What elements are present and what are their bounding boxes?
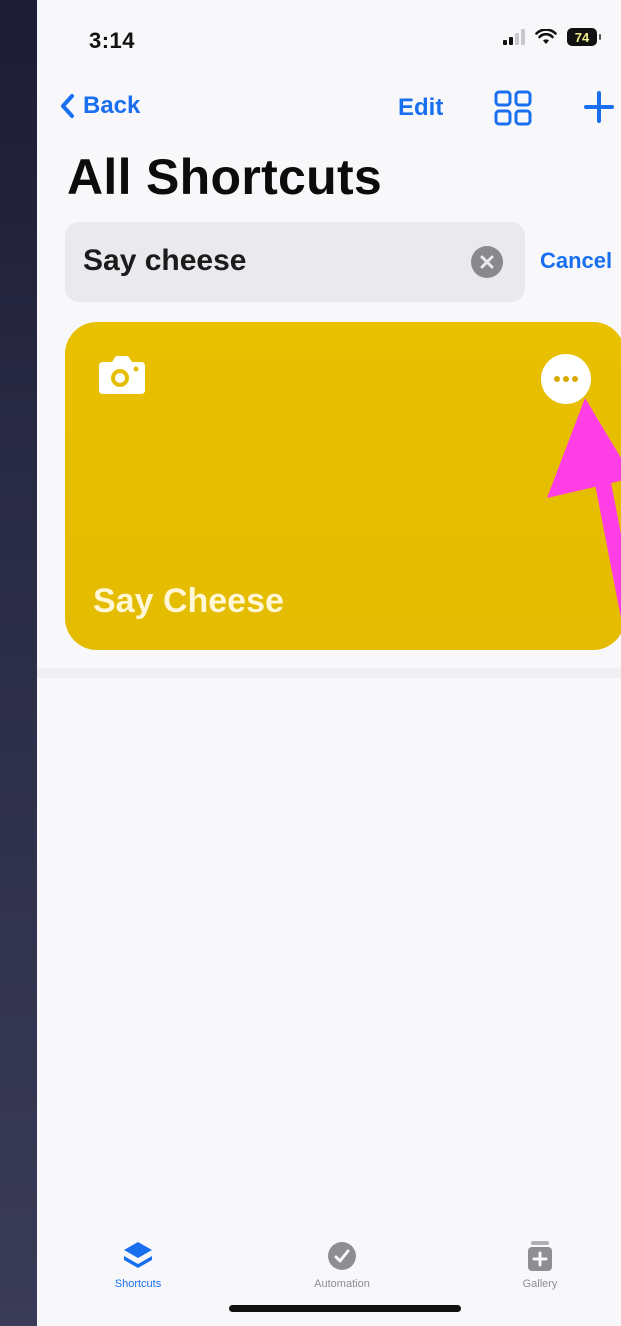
- plus-icon: [584, 91, 614, 123]
- shortcuts-stack-icon: [124, 1242, 152, 1268]
- status-time: 3:14: [89, 28, 136, 53]
- section-divider: [37, 668, 621, 678]
- back-label: Back: [83, 92, 141, 119]
- battery-icon: 74: [567, 28, 601, 46]
- automation-clock-icon: [328, 1242, 356, 1270]
- tab-gallery-label: Gallery: [522, 1278, 558, 1290]
- close-icon: [480, 255, 494, 269]
- tab-shortcuts-label: Shortcuts: [114, 1278, 162, 1290]
- tab-bar: Shortcuts Automation Gallery: [37, 1238, 621, 1298]
- grid-view-button[interactable]: [494, 90, 532, 131]
- chevron-left-icon: [61, 94, 74, 118]
- cancel-search-button[interactable]: Cancel: [540, 248, 612, 274]
- navigation-bar: Back Edit: [37, 84, 621, 134]
- gallery-icon: [528, 1241, 552, 1271]
- more-options-button[interactable]: [541, 354, 591, 404]
- search-input-value: Say cheese: [83, 244, 247, 277]
- home-indicator: [229, 1305, 461, 1312]
- status-icons: 74: [503, 28, 601, 46]
- cellular-signal-icon: [503, 29, 525, 45]
- tab-automation[interactable]: Automation: [267, 1238, 417, 1290]
- battery-level: 74: [574, 29, 590, 45]
- grid-icon: [494, 90, 532, 126]
- wifi-icon: [535, 29, 557, 44]
- status-bar: 3:14 74: [37, 0, 621, 80]
- clear-search-button[interactable]: [471, 246, 503, 278]
- shortcut-name: Say Cheese: [93, 582, 284, 620]
- edit-button[interactable]: Edit: [398, 94, 443, 122]
- tab-shortcuts[interactable]: Shortcuts: [63, 1238, 213, 1290]
- page-title: All Shortcuts: [67, 149, 383, 205]
- search-input[interactable]: Say cheese: [65, 222, 525, 302]
- shortcut-tile[interactable]: Say Cheese: [65, 322, 621, 650]
- ellipsis-icon: [554, 376, 578, 382]
- add-shortcut-button[interactable]: [583, 90, 615, 129]
- camera-icon: [99, 356, 145, 394]
- tab-automation-label: Automation: [314, 1278, 370, 1290]
- tab-gallery[interactable]: Gallery: [465, 1238, 615, 1290]
- phone-screen: 3:14 74 Back Edit All Shortcuts Say chee…: [37, 0, 621, 1326]
- back-button[interactable]: Back: [59, 92, 140, 120]
